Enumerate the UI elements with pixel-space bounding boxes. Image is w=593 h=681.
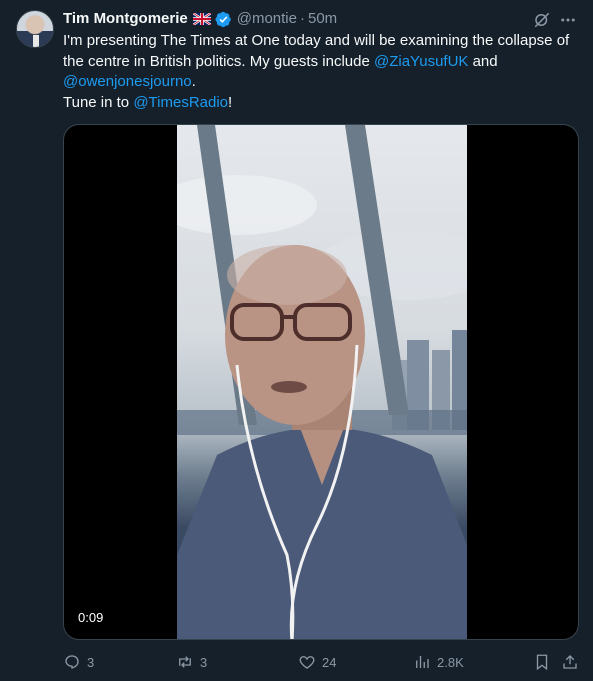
repost-icon	[179, 656, 191, 668]
tweet: Tim Montgomerie @montie · 50m I'm presen…	[0, 0, 593, 681]
mention-link[interactable]: @TimesRadio	[133, 94, 228, 111]
tweet-text: I'm presenting The Times at One today an…	[63, 31, 575, 113]
repost-count: 3	[200, 654, 208, 670]
avatar[interactable]	[16, 10, 54, 48]
more-icon[interactable]	[559, 11, 577, 29]
views-button[interactable]: 2.8K	[413, 652, 464, 672]
repost-button[interactable]: 3	[176, 652, 207, 672]
views-count: 2.8K	[437, 654, 464, 670]
grok-icon[interactable]	[533, 11, 551, 29]
uk-flag-icon	[192, 13, 211, 25]
reply-count: 3	[87, 654, 95, 670]
action-bar: 3 3 24 2.8K	[63, 652, 583, 672]
tweet-header: Tim Montgomerie @montie · 50m	[63, 9, 337, 29]
separator-dot: ·	[299, 10, 305, 27]
bookmark-button[interactable]	[533, 652, 551, 672]
share-button[interactable]	[561, 652, 579, 672]
mention-link[interactable]: @owenjonesjourno	[63, 73, 192, 90]
verified-badge-icon	[215, 11, 231, 27]
views-icon	[416, 656, 429, 668]
reply-button[interactable]: 3	[63, 652, 94, 672]
tweet-time[interactable]: 50m	[308, 9, 337, 29]
tweet-text-part: !	[228, 93, 233, 111]
like-button[interactable]: 24	[298, 652, 336, 672]
tweet-text-part: Tune in to	[63, 93, 134, 111]
author-name[interactable]: Tim Montgomerie	[63, 9, 188, 29]
tweet-text-part: and	[468, 52, 498, 70]
share-icon	[563, 655, 577, 669]
heart-icon	[299, 656, 315, 669]
video-still-image	[177, 125, 467, 639]
reply-icon	[65, 655, 79, 669]
bookmark-icon	[536, 654, 548, 671]
mention-link[interactable]: @ZiaYusufUK	[374, 53, 468, 70]
tweet-text-part: .	[191, 73, 196, 90]
video-frame	[177, 125, 467, 639]
video-player[interactable]: 0:09	[63, 124, 579, 640]
like-count: 24	[322, 654, 337, 670]
top-actions	[533, 11, 577, 29]
author-handle[interactable]: @montie	[237, 9, 297, 29]
video-duration: 0:09	[78, 610, 104, 625]
